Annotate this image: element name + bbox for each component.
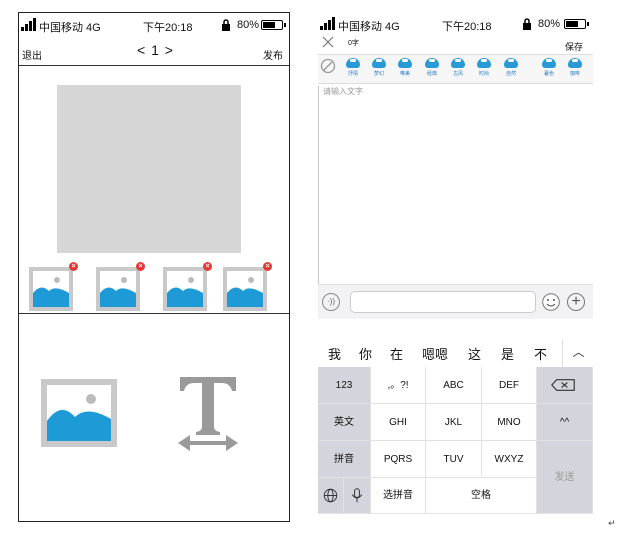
message-input[interactable]: [350, 291, 536, 313]
key-emoticon[interactable]: ^^: [537, 404, 593, 441]
image-icon: [33, 277, 69, 307]
text-input-placeholder[interactable]: 请输入文字: [323, 86, 363, 97]
thumbnail[interactable]: ×: [223, 262, 272, 311]
text-editor-screen: 中国移动 4G 下午20:18 80% 0字 保存 抒情 梦幻 唯美 经典 古风…: [318, 12, 593, 514]
candidate-word[interactable]: 我: [328, 344, 341, 363]
candidate-word[interactable]: 不: [534, 344, 547, 363]
chat-input-bar: ·)) +: [318, 284, 593, 319]
remove-icon[interactable]: ×: [203, 262, 212, 271]
send-button[interactable]: 发送: [537, 441, 593, 514]
signal-icon: [21, 18, 37, 31]
key-select-pinyin[interactable]: 选拼音: [371, 478, 426, 514]
candidate-word[interactable]: 嗯嗯: [422, 344, 448, 363]
signal-icon: [320, 17, 336, 30]
thumbnail[interactable]: ×: [163, 262, 212, 311]
keyboard: 123 ,。?! ABC DEF 英文 GHI JKL MNO ^^ 拼音 PQ…: [318, 367, 593, 514]
filter-item[interactable]: 自然: [500, 58, 522, 77]
save-button[interactable]: 保存: [565, 40, 583, 53]
key-english[interactable]: 英文: [318, 404, 371, 441]
text-size-icon: [178, 377, 238, 451]
image-icon: [227, 277, 263, 307]
key-tuv[interactable]: TUV: [426, 441, 482, 478]
status-bar: 中国移动 4G 下午20:18 80%: [318, 12, 593, 38]
battery-percent: 80%: [538, 18, 561, 30]
filter-item[interactable]: 咖啡: [564, 58, 586, 77]
emoji-icon[interactable]: [542, 293, 560, 311]
key-jkl[interactable]: JKL: [426, 404, 482, 441]
clock: 下午20:18: [143, 22, 193, 34]
candidate-word[interactable]: 是: [501, 344, 514, 363]
key-abc[interactable]: ABC: [426, 367, 482, 404]
key-pinyin[interactable]: 拼音: [318, 441, 371, 478]
filter-icon: [425, 58, 439, 68]
filter-icon: [372, 58, 386, 68]
key-mno[interactable]: MNO: [482, 404, 537, 441]
filter-item[interactable]: 暮色: [538, 58, 560, 77]
filter-icon: [451, 58, 465, 68]
filter-icon: [568, 58, 582, 68]
key-123[interactable]: 123: [318, 367, 371, 404]
globe-icon[interactable]: [318, 478, 344, 514]
battery-percent: 80%: [237, 19, 260, 31]
filter-icon: [346, 58, 360, 68]
no-filter-icon[interactable]: [320, 58, 336, 74]
exit-button[interactable]: 退出: [22, 47, 42, 62]
candidate-word[interactable]: 这: [468, 344, 481, 363]
filter-icon: [398, 58, 412, 68]
char-count: 0字: [348, 40, 359, 47]
status-bar: 中国移动 4G 下午20:18 80%: [19, 13, 289, 39]
add-text-button[interactable]: [176, 375, 240, 451]
filter-item[interactable]: 唯美: [394, 58, 416, 77]
filter-item[interactable]: 古风: [447, 58, 469, 77]
divider: [19, 65, 289, 66]
clock: 下午20:18: [442, 21, 492, 33]
remove-icon[interactable]: ×: [263, 262, 272, 271]
thumbnail[interactable]: ×: [96, 262, 145, 311]
plus-icon[interactable]: +: [567, 293, 585, 311]
collapse-candidates-button[interactable]: ︿: [562, 339, 594, 367]
carrier-label: 中国移动 4G: [39, 22, 101, 34]
remove-icon[interactable]: ×: [136, 262, 145, 271]
key-pqrs[interactable]: PQRS: [371, 441, 426, 478]
filter-item[interactable]: 抒情: [342, 58, 364, 77]
photo-editor-screen: 中国移动 4G 下午20:18 80% 退出 < 1 > 发布 × × × ×: [18, 12, 290, 522]
filter-icon: [504, 58, 518, 68]
page-indicator[interactable]: < 1 >: [137, 42, 174, 58]
key-def[interactable]: DEF: [482, 367, 537, 404]
image-icon: [100, 277, 136, 307]
carrier-label: 中国移动 4G: [338, 21, 400, 33]
filter-icon: [542, 58, 556, 68]
filter-item[interactable]: 经典: [421, 58, 443, 77]
battery-icon: [564, 19, 589, 29]
key-ghi[interactable]: GHI: [371, 404, 426, 441]
microphone-icon[interactable]: [344, 478, 371, 514]
filter-item[interactable]: 时尚: [473, 58, 495, 77]
thumbnail[interactable]: ×: [29, 262, 78, 311]
space-key[interactable]: 空格: [426, 478, 537, 514]
voice-icon[interactable]: ·)): [322, 293, 340, 311]
filter-item[interactable]: 梦幻: [368, 58, 390, 77]
image-preview[interactable]: [57, 85, 241, 253]
battery-icon: [261, 20, 286, 30]
key-punctuation[interactable]: ,。?!: [371, 367, 426, 404]
candidate-word[interactable]: 你: [359, 344, 372, 363]
image-icon: [167, 277, 203, 307]
filter-bar: 抒情 梦幻 唯美 经典 古风 时尚 自然 暮色 咖啡: [318, 54, 593, 84]
filter-icon: [477, 58, 491, 68]
backspace-icon[interactable]: [537, 367, 593, 404]
lock-icon: [222, 19, 230, 31]
candidate-bar: 我 你 在 嗯嗯 这 是 不 ︿: [318, 339, 593, 367]
key-wxyz[interactable]: WXYZ: [482, 441, 537, 478]
close-icon[interactable]: [322, 36, 334, 48]
publish-button[interactable]: 发布: [263, 47, 283, 62]
return-mark: ↵: [608, 518, 616, 528]
candidate-word[interactable]: 在: [390, 344, 403, 363]
remove-icon[interactable]: ×: [69, 262, 78, 271]
lock-icon: [523, 18, 531, 30]
divider: [19, 313, 289, 314]
text-area-edge: [318, 86, 319, 286]
image-icon: [47, 394, 111, 441]
add-image-button[interactable]: [41, 379, 117, 447]
